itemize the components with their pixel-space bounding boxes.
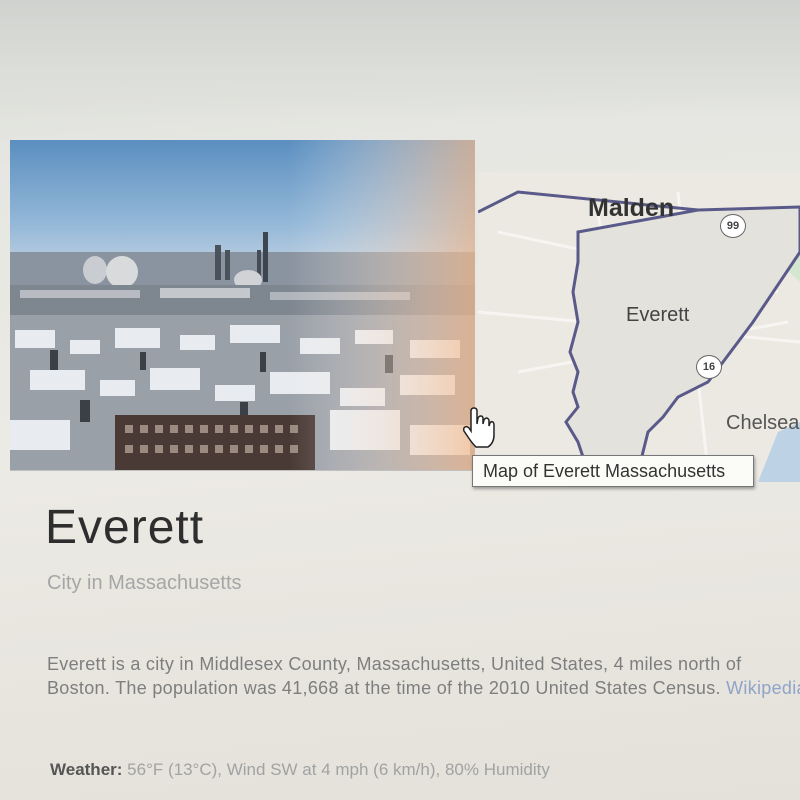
map-label-chelsea: Chelsea <box>726 412 800 434</box>
weather-label: Weather: <box>50 760 123 779</box>
city-photo[interactable] <box>10 140 475 471</box>
route-99-shield-icon: 99 <box>720 214 746 238</box>
weather-value: 56°F (13°C), Wind SW at 4 mph (6 km/h), … <box>127 760 550 779</box>
map-label-everett: Everett <box>626 304 690 326</box>
description-text: Everett is a city in Middlesex County, M… <box>47 654 742 698</box>
wikipedia-link[interactable]: Wikipedia <box>726 678 800 698</box>
route-16-shield-icon: 16 <box>696 355 722 379</box>
map-tooltip: Map of Everett Massachusetts <box>472 455 754 487</box>
weather-row: Weather: 56°F (13°C), Wind SW at 4 mph (… <box>50 760 550 780</box>
entity-description: Everett is a city in Middlesex County, M… <box>47 652 800 700</box>
entity-subtitle: City in Massachusetts <box>47 572 242 594</box>
hand-pointer-cursor-icon <box>462 407 496 454</box>
browser-top-area <box>0 0 800 120</box>
city-skyline-image <box>10 140 475 470</box>
entity-title: Everett <box>45 501 205 554</box>
city-map[interactable]: Malden Everett Chelsea 99 16 <box>478 172 800 482</box>
map-label-malden: Malden <box>588 194 675 222</box>
